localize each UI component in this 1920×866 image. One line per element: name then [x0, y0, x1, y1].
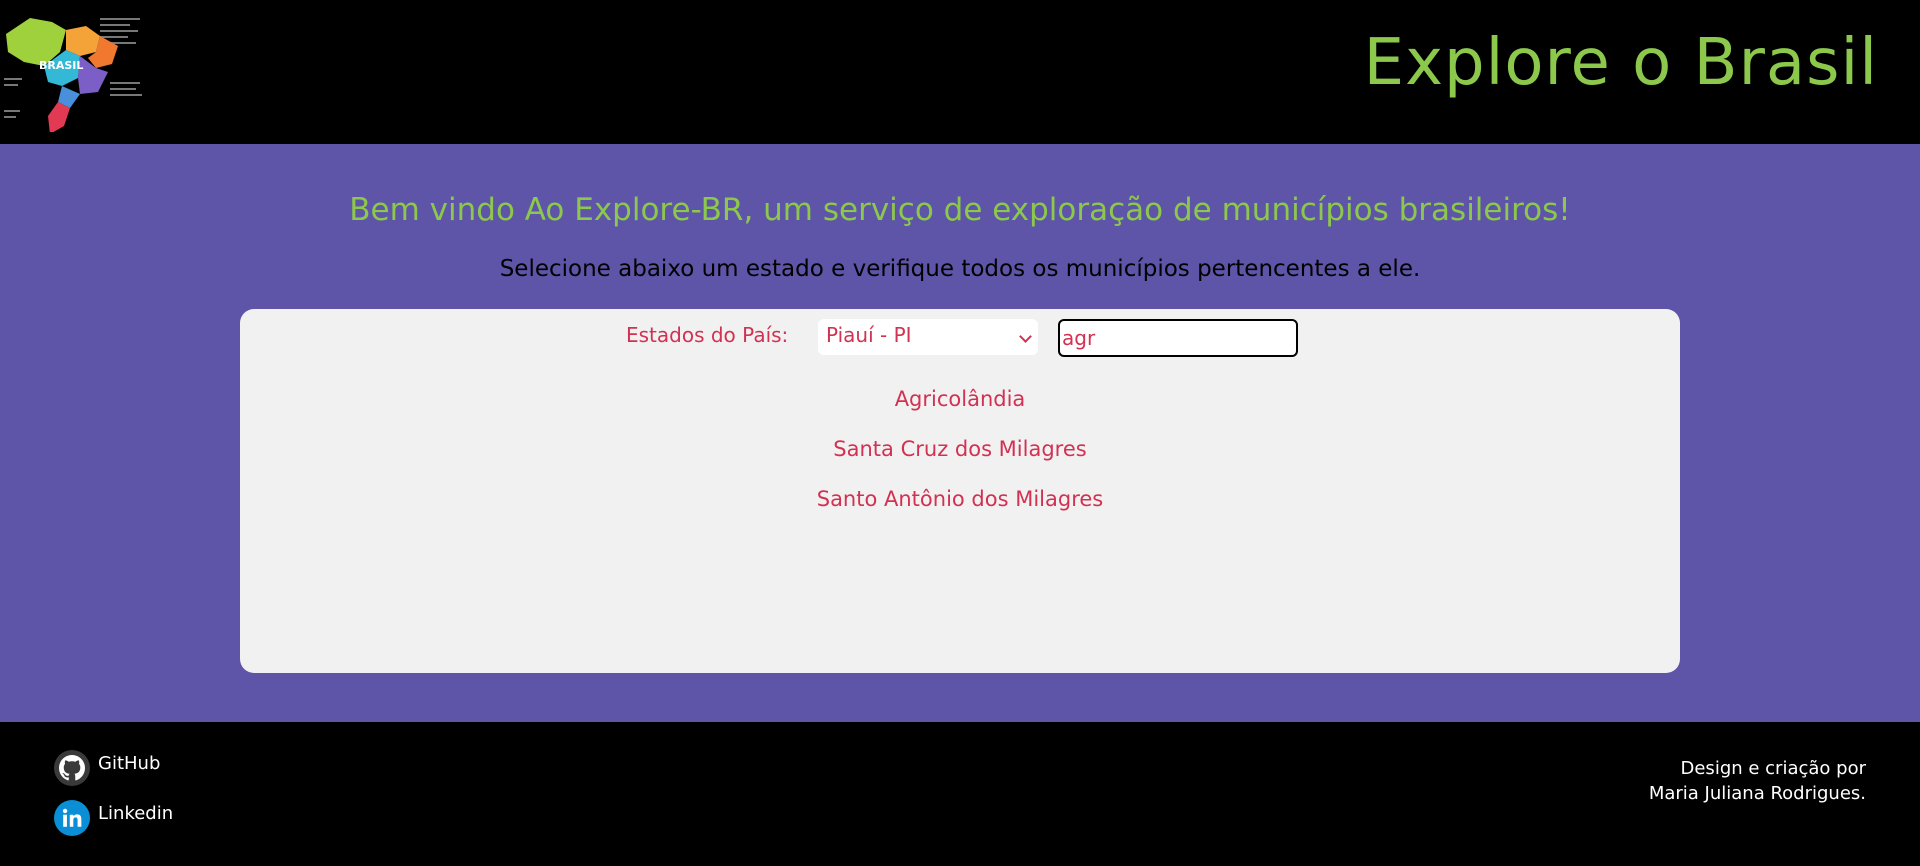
municipality-panel: Estados do País: Piauí - PI Agricolândia… — [240, 309, 1680, 673]
linkedin-link[interactable]: Linkedin — [54, 800, 173, 836]
municipality-list: Agricolândia Santa Cruz dos Milagres San… — [240, 387, 1680, 537]
state-label: Estados do País: — [626, 323, 789, 347]
list-item[interactable]: Agricolândia — [240, 387, 1680, 437]
municipality-search-input[interactable] — [1058, 319, 1298, 357]
site-header: BRASIL Explore o Brasil — [0, 0, 1920, 144]
state-select-value: Piauí - PI — [826, 323, 912, 347]
main-content: Bem vindo Ao Explore-BR, um serviço de e… — [0, 144, 1920, 722]
site-title: Explore o Brasil — [1363, 26, 1878, 100]
instructions-text: Selecione abaixo um estado e verifique t… — [499, 256, 1421, 282]
state-select[interactable]: Piauí - PI — [818, 319, 1038, 355]
github-icon — [54, 750, 90, 786]
logo-text: BRASIL — [39, 59, 83, 72]
brazil-map-logo: BRASIL — [0, 12, 146, 134]
filter-row: Estados do País: Piauí - PI — [240, 319, 1680, 359]
list-item[interactable]: Santo Antônio dos Milagres — [240, 487, 1680, 537]
linkedin-icon — [54, 800, 90, 836]
welcome-heading: Bem vindo Ao Explore-BR, um serviço de e… — [349, 192, 1571, 228]
github-link[interactable]: GitHub — [54, 750, 160, 786]
linkedin-label: Linkedin — [98, 802, 174, 824]
author-credit: Design e criação por Maria Juliana Rodri… — [1648, 758, 1866, 804]
list-item[interactable]: Santa Cruz dos Milagres — [240, 437, 1680, 487]
site-footer: GitHub Linkedin Design e criação por Mar… — [0, 722, 1920, 866]
github-label: GitHub — [98, 752, 161, 774]
chevron-down-icon — [1019, 330, 1032, 343]
